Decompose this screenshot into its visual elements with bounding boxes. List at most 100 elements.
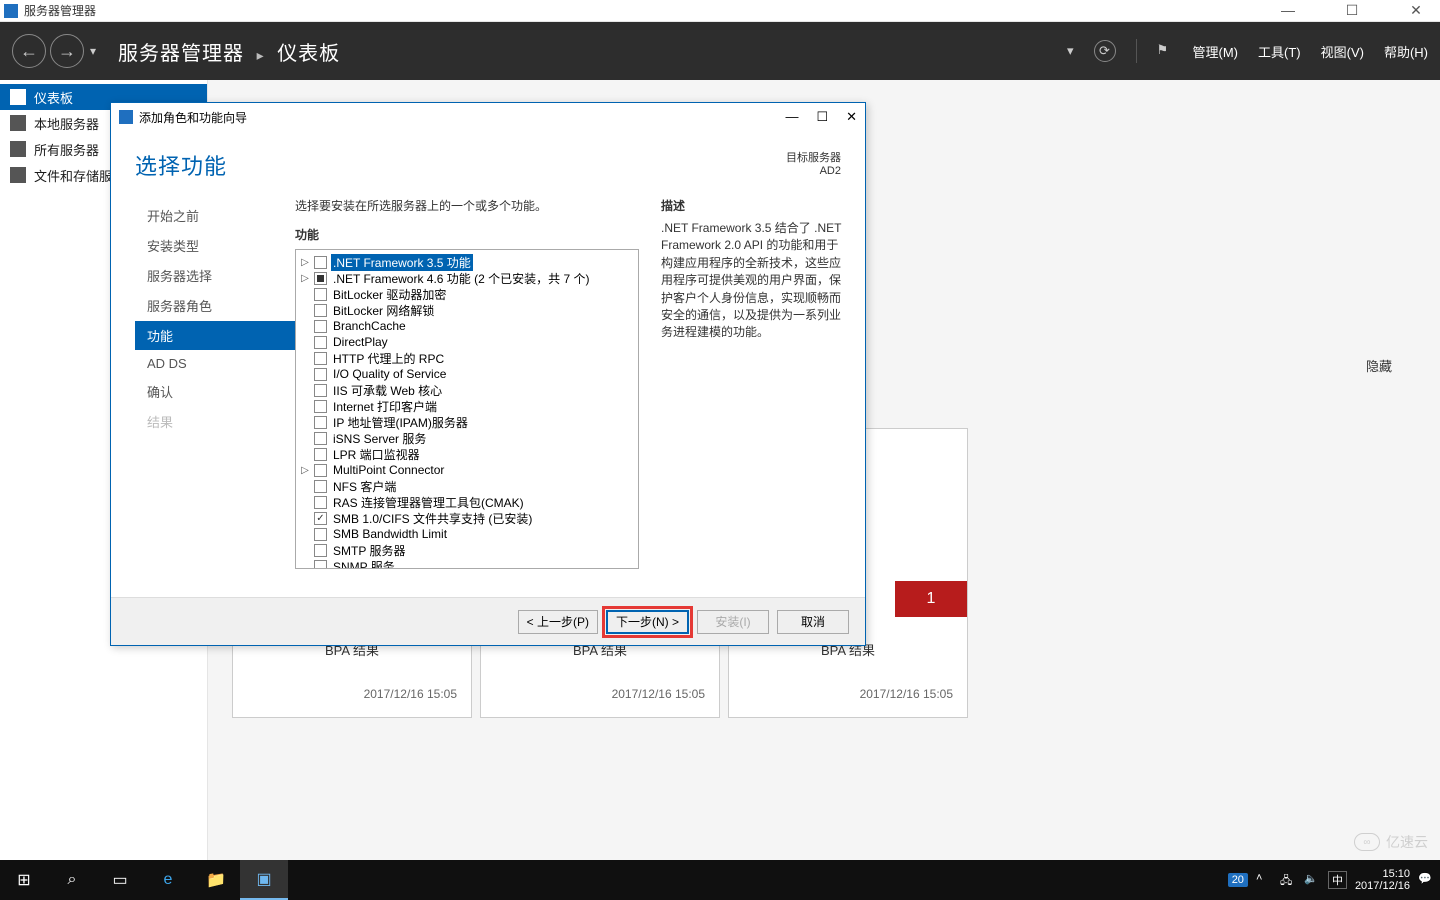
search-button[interactable]: ⌕ xyxy=(48,860,96,900)
feature-checkbox[interactable] xyxy=(314,528,327,541)
feature-checkbox[interactable] xyxy=(314,416,327,429)
explorer-button[interactable]: 📁 xyxy=(192,860,240,900)
wizard-prev-button[interactable]: < 上一步(P) xyxy=(518,610,598,634)
feature-item[interactable]: ▷SMB 1.0/CIFS 文件共享支持 (已安装) xyxy=(298,510,636,526)
feature-checkbox[interactable] xyxy=(314,272,327,285)
start-button[interactable]: ⊞ xyxy=(0,860,48,900)
menu-view[interactable]: 视图(V) xyxy=(1321,42,1364,61)
wizard-maximize-button[interactable]: ☐ xyxy=(816,109,828,125)
feature-checkbox[interactable] xyxy=(314,496,327,509)
feature-item[interactable]: ▷SMTP 服务器 xyxy=(298,542,636,558)
nav-dropdown-icon[interactable]: ▾ xyxy=(90,44,96,58)
feature-label: MultiPoint Connector xyxy=(331,463,446,477)
server-manager-taskbar-button[interactable]: ▣ xyxy=(240,860,288,900)
wizard-install-button[interactable]: 安装(I) xyxy=(697,610,769,634)
breadcrumb-page[interactable]: 仪表板 xyxy=(277,43,340,65)
feature-checkbox[interactable] xyxy=(314,352,327,365)
wizard-next-button[interactable]: 下一步(N) > xyxy=(606,610,689,634)
feature-item[interactable]: ▷IIS 可承载 Web 核心 xyxy=(298,382,636,398)
wizard-step[interactable]: 服务器选择 xyxy=(135,261,295,290)
feature-checkbox[interactable] xyxy=(314,512,327,525)
nav-area: ← → ▾ 服务器管理器 ▸ 仪表板 xyxy=(12,34,340,68)
tray-up-icon[interactable]: ˄ xyxy=(1256,872,1272,888)
feature-item[interactable]: ▷I/O Quality of Service xyxy=(298,366,636,382)
feature-label: iSNS Server 服务 xyxy=(331,430,428,447)
feature-label: LPR 端口监视器 xyxy=(331,446,422,463)
feature-checkbox[interactable] xyxy=(314,480,327,493)
app-dropdown-icon[interactable]: ▾ xyxy=(1067,43,1074,59)
feature-item[interactable]: ▷iSNS Server 服务 xyxy=(298,430,636,446)
feature-checkbox[interactable] xyxy=(314,384,327,397)
tray-clock[interactable]: 15:10 2017/12/16 xyxy=(1355,868,1410,892)
feature-item[interactable]: ▷.NET Framework 3.5 功能 xyxy=(298,254,636,270)
wizard-body: 开始之前安装类型服务器选择服务器角色功能AD DS确认结果 选择要安装在所选服务… xyxy=(111,187,865,597)
sidebar-item-icon xyxy=(10,89,26,105)
hide-label[interactable]: 隐藏 xyxy=(1366,356,1392,375)
feature-item[interactable]: ▷SNMP 服务 xyxy=(298,558,636,568)
wizard-close-button[interactable]: ✕ xyxy=(846,109,857,125)
features-list[interactable]: ▷.NET Framework 3.5 功能▷.NET Framework 4.… xyxy=(296,250,638,568)
wizard-step[interactable]: 确认 xyxy=(135,377,295,406)
wizard-step[interactable]: 功能 xyxy=(135,321,295,350)
nav-forward-button[interactable]: → xyxy=(50,34,84,68)
tray-ime[interactable]: 中 xyxy=(1328,871,1347,889)
notifications-flag-icon[interactable]: ⚑ xyxy=(1157,42,1173,60)
wizard-titlebar[interactable]: 添加角色和功能向导 — ☐ ✕ xyxy=(111,103,865,131)
breadcrumb-root[interactable]: 服务器管理器 xyxy=(118,43,244,65)
feature-checkbox[interactable] xyxy=(314,400,327,413)
tree-expander-icon[interactable]: ▷ xyxy=(300,465,310,476)
feature-item[interactable]: ▷Internet 打印客户端 xyxy=(298,398,636,414)
tray-date: 2017/12/16 xyxy=(1355,880,1410,892)
menu-help[interactable]: 帮助(H) xyxy=(1384,42,1428,61)
tray-volume-icon[interactable]: 🔈 xyxy=(1304,872,1320,888)
feature-checkbox[interactable] xyxy=(314,368,327,381)
feature-item[interactable]: ▷HTTP 代理上的 RPC xyxy=(298,350,636,366)
feature-checkbox[interactable] xyxy=(314,336,327,349)
wizard-minimize-button[interactable]: — xyxy=(785,109,798,125)
tray-notifications-icon[interactable]: 💬 xyxy=(1418,872,1434,888)
feature-checkbox[interactable] xyxy=(314,256,327,269)
feature-checkbox[interactable] xyxy=(314,288,327,301)
feature-checkbox[interactable] xyxy=(314,432,327,445)
menu-manage[interactable]: 管理(M) xyxy=(1193,42,1239,61)
task-view-button[interactable]: ▭ xyxy=(96,860,144,900)
wizard-step[interactable]: 开始之前 xyxy=(135,201,295,230)
ie-button[interactable]: e xyxy=(144,860,192,900)
tree-expander-icon[interactable]: ▷ xyxy=(300,257,310,268)
feature-checkbox[interactable] xyxy=(314,464,327,477)
feature-item[interactable]: ▷ MultiPoint Connector xyxy=(298,462,636,478)
feature-item[interactable]: ▷LPR 端口监视器 xyxy=(298,446,636,462)
wizard-step[interactable]: 服务器角色 xyxy=(135,291,295,320)
feature-item[interactable]: ▷NFS 客户端 xyxy=(298,478,636,494)
app-maximize-button[interactable]: ☐ xyxy=(1332,2,1372,19)
nav-back-button[interactable]: ← xyxy=(12,34,46,68)
app-close-button[interactable]: ✕ xyxy=(1396,2,1436,19)
feature-item[interactable]: ▷BitLocker 网络解锁 xyxy=(298,302,636,318)
app-minimize-button[interactable]: — xyxy=(1268,2,1308,19)
wizard-instruction: 选择要安装在所选服务器上的一个或多个功能。 xyxy=(295,197,639,214)
refresh-button[interactable]: ⟳ xyxy=(1094,40,1116,62)
feature-item[interactable]: ▷.NET Framework 4.6 功能 (2 个已安装，共 7 个) xyxy=(298,270,636,286)
wizard-description-column: 描述 .NET Framework 3.5 结合了 .NET Framework… xyxy=(655,187,865,597)
feature-item[interactable]: ▷RAS 连接管理器管理工具包(CMAK) xyxy=(298,494,636,510)
wizard-step[interactable]: 安装类型 xyxy=(135,231,295,260)
tray-network-icon[interactable]: 🖧 xyxy=(1280,872,1296,888)
tray-badge[interactable]: 20 xyxy=(1228,873,1248,887)
feature-description: .NET Framework 3.5 结合了 .NET Framework 2.… xyxy=(661,220,847,342)
feature-checkbox[interactable] xyxy=(314,448,327,461)
wizard-cancel-button[interactable]: 取消 xyxy=(777,610,849,634)
feature-item[interactable]: ▷BranchCache xyxy=(298,318,636,334)
feature-checkbox[interactable] xyxy=(314,304,327,317)
feature-item[interactable]: ▷DirectPlay xyxy=(298,334,636,350)
tree-expander-icon[interactable]: ▷ xyxy=(300,273,310,284)
wizard-step[interactable]: AD DS xyxy=(135,351,295,376)
menu-tools[interactable]: 工具(T) xyxy=(1258,42,1301,61)
feature-item[interactable]: ▷SMB Bandwidth Limit xyxy=(298,526,636,542)
feature-checkbox[interactable] xyxy=(314,320,327,333)
feature-item[interactable]: ▷IP 地址管理(IPAM)服务器 xyxy=(298,414,636,430)
separator xyxy=(1136,39,1137,63)
feature-checkbox[interactable] xyxy=(314,544,327,557)
feature-item[interactable]: ▷BitLocker 驱动器加密 xyxy=(298,286,636,302)
target-server-name: AD2 xyxy=(786,165,841,177)
feature-checkbox[interactable] xyxy=(314,560,327,569)
